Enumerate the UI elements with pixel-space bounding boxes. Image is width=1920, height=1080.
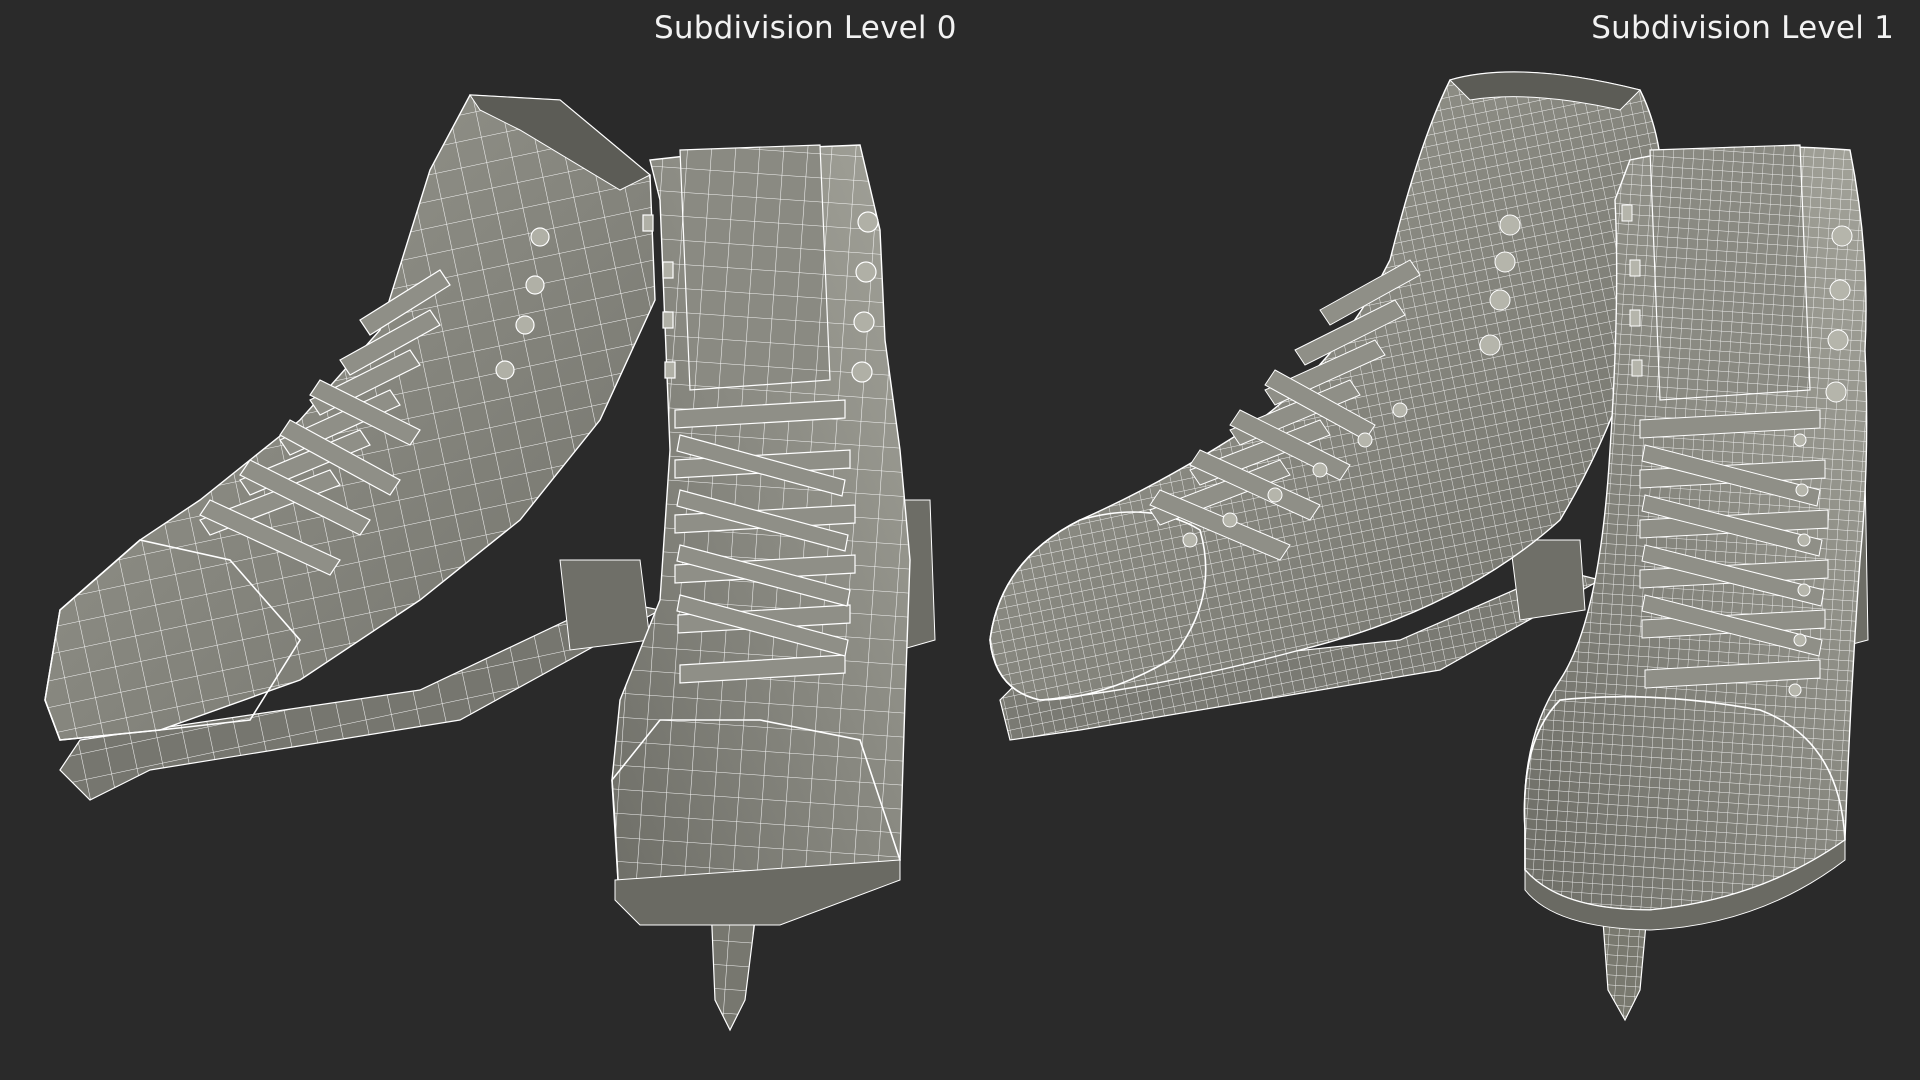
view-label-subdivision-0: Subdivision Level 0 [654, 10, 957, 46]
view-label-subdivision-1: Subdivision Level 1 [1591, 10, 1894, 46]
back-skate-level-1 [989, 71, 1664, 741]
skates-pair-level-1 [989, 71, 1869, 1022]
front-skate-level-0 [611, 144, 936, 1032]
skates-pair-level-0 [44, 94, 936, 1032]
back-skate-level-0 [44, 94, 662, 801]
render-canvas: Subdivision Level 0 Subdivision Level 1 [0, 0, 1920, 1080]
wireframe-render [44, 71, 1869, 1032]
